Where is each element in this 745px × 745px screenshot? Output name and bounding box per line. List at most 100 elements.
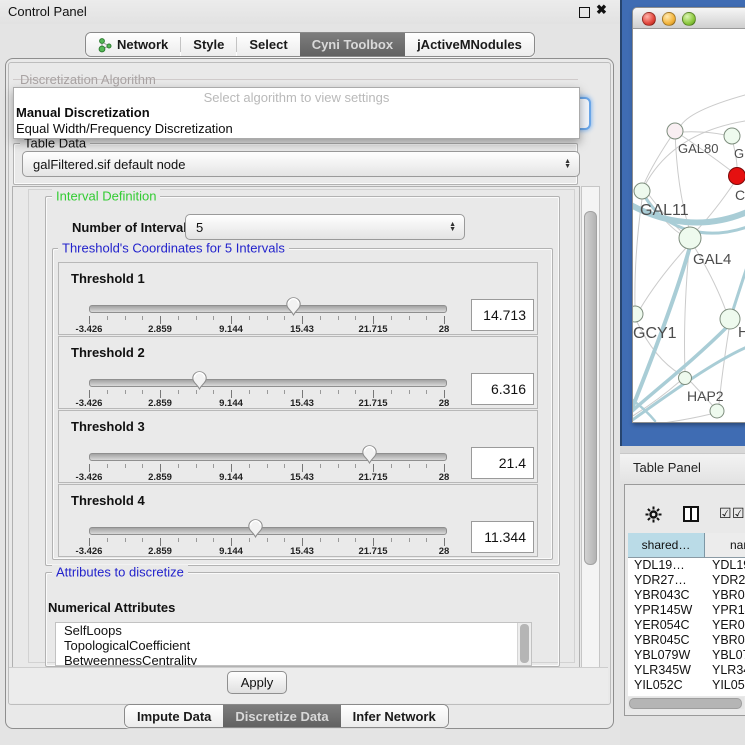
slider-tick-label: 2.859 — [148, 324, 172, 335]
column-header-name[interactable]: name — [705, 533, 745, 558]
table-row[interactable]: YBL079W YBL079W — [628, 648, 745, 663]
node-label-red: C — [735, 187, 745, 203]
attributes-scrollbar[interactable] — [517, 623, 531, 665]
network-window-titlebar[interactable] — [633, 8, 745, 29]
slider-tick-label: -3.426 — [76, 472, 103, 483]
vertical-scrollbar[interactable] — [581, 186, 600, 668]
table-row[interactable]: YLR345WYLR345W — [628, 663, 745, 678]
node-label-hap2: HAP2 — [687, 388, 724, 404]
vertical-scrollbar-thumb[interactable] — [584, 211, 597, 565]
tab-select[interactable]: Select — [237, 33, 299, 56]
threshold-value-field[interactable]: 21.4 — [471, 447, 534, 479]
slider-track[interactable] — [89, 527, 447, 535]
tab-discretize-data-label: Discretize Data — [235, 709, 328, 724]
threshold-value-field[interactable]: 6.316 — [471, 373, 534, 405]
checkbox-icon[interactable]: ☑ — [719, 506, 732, 520]
network-view-window[interactable]: GAL80G.CGAL11GAL4GCY1HHAP2 — [632, 7, 745, 423]
checkbox-icon[interactable]: ☑ — [732, 506, 745, 520]
cell-shared-name: YBL079W — [634, 648, 700, 662]
slider-tick — [178, 538, 179, 542]
slider-tick-label: 15.43 — [290, 472, 314, 483]
threshold-slider[interactable]: -3.4262.8599.14415.4321.71528 — [89, 519, 445, 555]
table-row[interactable]: YBR045CYBR045C — [628, 633, 745, 648]
popup-option-manual[interactable]: Manual Discretization — [16, 105, 150, 120]
slider-thumb[interactable] — [286, 297, 301, 316]
network-node-gal11[interactable] — [634, 183, 650, 199]
column-header-shared-name[interactable]: shared… — [628, 533, 705, 558]
slider-thumb[interactable] — [192, 371, 207, 390]
column-layout-icon[interactable] — [683, 506, 699, 522]
slider-track[interactable] — [89, 379, 447, 387]
tab-cyni-toolbox[interactable]: Cyni Toolbox — [300, 33, 405, 56]
numerical-attributes-list[interactable]: SelfLoopsTopologicalCoefficientBetweenne… — [55, 622, 532, 666]
slider-tick — [302, 390, 303, 398]
threshold-label: Threshold 1 — [71, 271, 145, 286]
table-row[interactable]: YDL19…YDL19… — [628, 558, 745, 573]
slider-tick-label: 28 — [439, 472, 450, 483]
slider-track[interactable] — [89, 305, 447, 313]
cell-name: YDR27… — [712, 573, 745, 587]
float-window-icon[interactable] — [579, 7, 590, 18]
node-label-gcy1: GCY1 — [633, 325, 677, 342]
gear-icon[interactable] — [645, 506, 662, 523]
thresholds-group-title: Threshold's Coordinates for 5 Intervals — [58, 241, 289, 256]
network-node-h-part[interactable] — [720, 309, 740, 329]
network-node-gal4[interactable] — [679, 227, 701, 249]
network-node-bottom[interactable] — [710, 404, 724, 418]
attribute-item[interactable]: TopologicalCoefficient — [56, 638, 531, 653]
threshold-value-field[interactable]: 14.713 — [471, 299, 534, 331]
slider-tick — [409, 538, 410, 542]
network-node-gal80[interactable] — [667, 123, 683, 139]
table-row[interactable]: YPR145WYPR145W — [628, 603, 745, 618]
slider-tick-label: 2.859 — [148, 398, 172, 409]
table-row[interactable]: YER054CYER054C — [628, 618, 745, 633]
slider-tick — [160, 390, 161, 398]
number-of-intervals-combo[interactable]: 5 ▲▼ — [185, 214, 465, 240]
tab-style[interactable]: Style — [181, 33, 236, 56]
threshold-slider[interactable]: -3.4262.8599.14415.4321.71528 — [89, 445, 445, 481]
network-canvas[interactable]: GAL80G.CGAL11GAL4GCY1HHAP2 — [633, 29, 745, 422]
cell-name: YPR145W — [712, 603, 745, 617]
slider-tick — [320, 316, 321, 320]
threshold-value-field[interactable]: 11.344 — [471, 521, 534, 553]
tab-impute-data[interactable]: Impute Data — [125, 705, 223, 727]
threshold-slider[interactable]: -3.4262.8599.14415.4321.71528 — [89, 371, 445, 407]
slider-tick — [284, 464, 285, 468]
algorithm-group-title: Discretization Algorithm — [20, 72, 156, 87]
close-traffic-light-icon[interactable] — [642, 12, 656, 26]
slider-tick — [231, 316, 232, 324]
network-node-gcy1[interactable] — [633, 306, 643, 322]
attribute-item[interactable]: SelfLoops — [56, 623, 531, 638]
apply-button[interactable]: Apply — [227, 671, 287, 694]
network-node-hap2[interactable] — [679, 372, 692, 385]
table-row[interactable]: YIL052CYIL052C — [628, 678, 745, 693]
tab-jactivemnodules[interactable]: jActiveMNodules — [405, 33, 534, 56]
horizontal-scrollbar-thumb[interactable] — [629, 698, 742, 709]
table-data-combo[interactable]: galFiltered.sif default node ▲▼ — [22, 151, 580, 177]
slider-tick — [160, 316, 161, 324]
slider-tick-label: 21.715 — [358, 472, 387, 483]
attributes-scrollbar-thumb[interactable] — [520, 624, 529, 663]
table-row[interactable]: YDR27…YDR27… — [628, 573, 745, 588]
close-icon[interactable]: ✖ — [596, 2, 607, 18]
slider-tick-label: 28 — [439, 398, 450, 409]
table-panel-title: Table Panel — [633, 460, 701, 475]
zoom-traffic-light-icon[interactable] — [682, 12, 696, 26]
slider-tick-label: 21.715 — [358, 324, 387, 335]
slider-tick — [178, 464, 179, 468]
network-node-red[interactable] — [729, 168, 745, 185]
network-node-g-part[interactable] — [724, 128, 740, 144]
cell-name: YBL079W — [712, 648, 745, 662]
attribute-item[interactable]: BetweennessCentrality — [56, 653, 531, 666]
tab-discretize-data[interactable]: Discretize Data — [223, 705, 340, 727]
slider-track[interactable] — [89, 453, 447, 461]
slider-thumb[interactable] — [248, 519, 263, 538]
horizontal-scrollbar[interactable] — [628, 697, 744, 709]
popup-option-equal-width[interactable]: Equal Width/Frequency Discretization — [16, 121, 233, 136]
minimize-traffic-light-icon[interactable] — [662, 12, 676, 26]
tab-network[interactable]: Network — [86, 33, 180, 56]
table-row[interactable]: YBR043CYBR043C — [628, 588, 745, 603]
tab-infer-network[interactable]: Infer Network — [341, 705, 448, 727]
threshold-slider[interactable]: -3.4262.8599.14415.4321.71528 — [89, 297, 445, 333]
slider-thumb[interactable] — [362, 445, 377, 464]
